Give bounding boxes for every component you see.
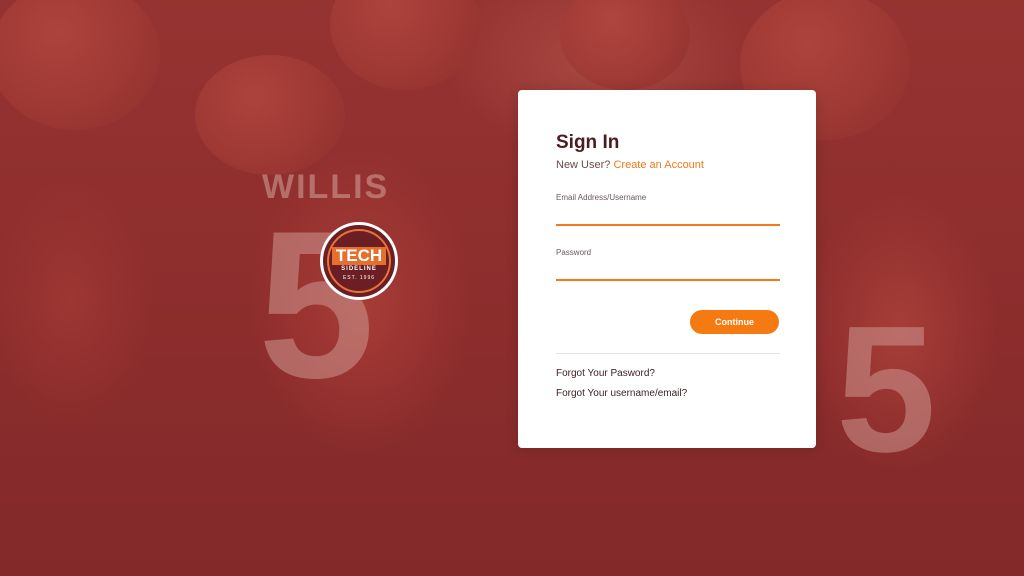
new-user-line: New User? Create an Account: [556, 159, 779, 171]
password-field-group: Password: [556, 248, 780, 281]
forgot-username-link[interactable]: Forgot Your username/email?: [556, 388, 779, 399]
background-photo: WILLIS 5 5: [0, 0, 1024, 576]
logo-est: EST. 1996: [342, 275, 376, 281]
divider: [556, 353, 780, 354]
tech-sideline-logo: TECH SIDELINE EST. 1996: [320, 222, 398, 300]
email-label: Email Address/Username: [556, 193, 647, 202]
forgot-password-link[interactable]: Forgot Your Pasword?: [556, 368, 779, 379]
password-label: Password: [556, 248, 592, 257]
create-account-link[interactable]: Create an Account: [613, 159, 704, 171]
logo-subtitle: SIDELINE: [341, 266, 377, 272]
continue-button[interactable]: Continue: [690, 310, 779, 334]
new-user-text: New User?: [556, 159, 611, 171]
actions-row: Continue: [556, 310, 779, 334]
signin-card: Sign In New User? Create an Account Emai…: [518, 90, 816, 448]
background-overlay: [0, 0, 1024, 576]
password-field[interactable]: [556, 257, 780, 281]
signin-title: Sign In: [556, 132, 620, 153]
email-field[interactable]: [556, 202, 780, 226]
email-field-group: Email Address/Username: [556, 193, 780, 226]
logo-title: TECH: [331, 247, 387, 265]
